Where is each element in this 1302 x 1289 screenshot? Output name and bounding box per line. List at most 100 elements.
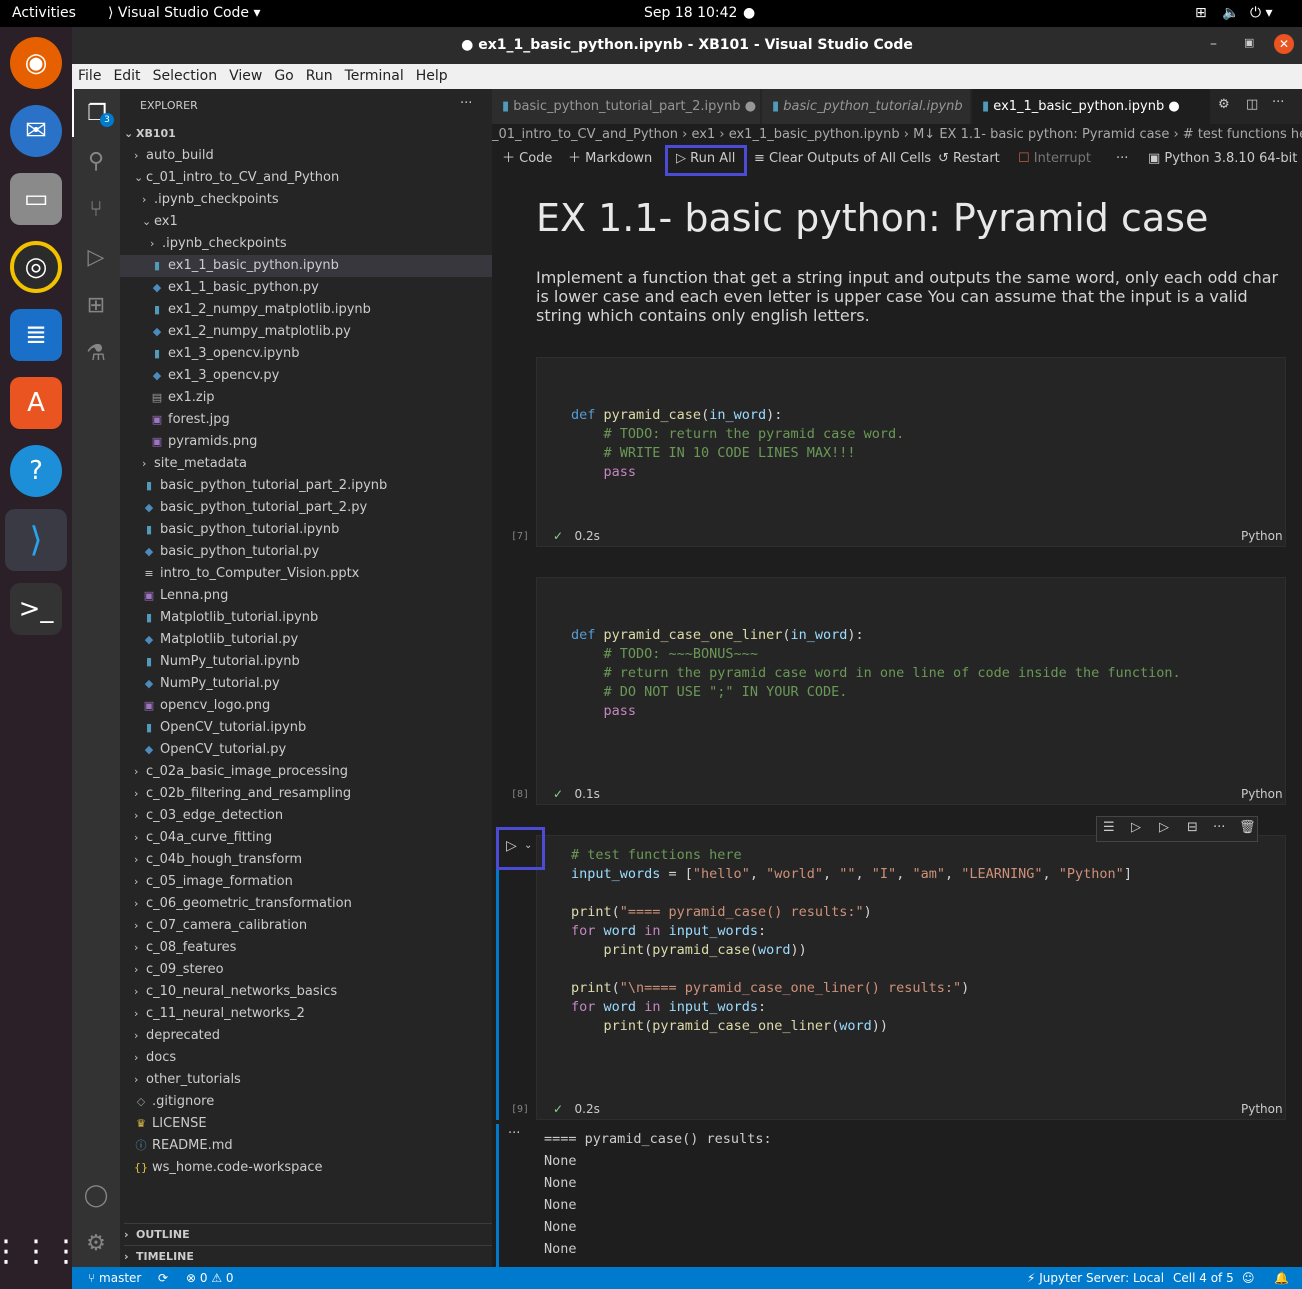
tree-file[interactable]: {} ws_home.code-workspace	[120, 1157, 323, 1179]
run-debug-icon[interactable]: ▷	[72, 233, 120, 281]
tree-folder[interactable]: › c_07_camera_calibration	[120, 915, 307, 937]
files-icon[interactable]: ▭	[10, 173, 62, 225]
network-icon[interactable]: ⊞	[1195, 5, 1207, 21]
tree-folder[interactable]: ⌄ c_01_intro_to_CV_and_Python	[120, 167, 339, 189]
menu-edit[interactable]: Edit	[107, 64, 146, 84]
menu-run[interactable]: Run	[300, 64, 339, 84]
app-menu[interactable]: ⟩ Visual Studio Code ▾	[108, 5, 261, 21]
tree-file[interactable]: ◆ OpenCV_tutorial.py	[120, 739, 286, 761]
tree-folder[interactable]: › c_04b_hough_transform	[120, 849, 302, 871]
source-control-icon[interactable]: ⑂	[72, 185, 120, 233]
code-cell-3-source[interactable]: # test functions here input_words = ["he…	[571, 846, 1132, 1036]
problems-indicator[interactable]: ⊗ 0 ⚠ 0	[186, 1267, 234, 1289]
tree-folder[interactable]: › .ipynb_checkpoints	[120, 233, 287, 255]
split-editor-icon[interactable]: ◫	[1246, 97, 1258, 112]
delete-cell-icon[interactable]: 🗑	[1239, 820, 1256, 835]
volume-icon[interactable]: 🔈	[1222, 5, 1239, 21]
timeline-section[interactable]: › TIMELINE	[124, 1245, 492, 1267]
interrupt-button[interactable]: ☐ Interrupt	[1018, 146, 1091, 172]
search-icon[interactable]: ⚲	[72, 137, 120, 185]
tree-folder[interactable]: › c_02a_basic_image_processing	[120, 761, 348, 783]
cell-indicator[interactable]: Cell 4 of 5	[1173, 1267, 1234, 1289]
restart-button[interactable]: ↺ Restart	[938, 146, 1000, 172]
tree-folder[interactable]: › c_08_features	[120, 937, 236, 959]
tree-file[interactable]: ▣ Lenna.png	[120, 585, 229, 607]
thunderbird-icon[interactable]: ✉	[10, 105, 62, 157]
tree-folder[interactable]: › docs	[120, 1047, 176, 1069]
tree-folder[interactable]: › c_04a_curve_fitting	[120, 827, 272, 849]
tree-folder[interactable]: › site_metadata	[120, 453, 247, 475]
tree-file[interactable]: ▮ OpenCV_tutorial.ipynb	[120, 717, 306, 739]
tree-folder[interactable]: ⌄ ex1	[120, 211, 178, 233]
run-cell-button[interactable]: ▷	[506, 838, 517, 854]
clear-outputs-button[interactable]: ≡ Clear Outputs of All Cells	[754, 146, 931, 172]
tree-file[interactable]: ◆ NumPy_tutorial.py	[120, 673, 280, 695]
tree-file[interactable]: ◆ Matplotlib_tutorial.py	[120, 629, 298, 651]
code-cell-1-source[interactable]: def pyramid_case(in_word): # TODO: retur…	[571, 406, 904, 482]
notebook-settings-icon[interactable]: ⚙	[1218, 97, 1230, 112]
menu-terminal[interactable]: Terminal	[339, 64, 410, 84]
add-code-button[interactable]: ＋ Code	[502, 146, 552, 172]
jupyter-server-status[interactable]: ⚡ Jupyter Server: Local	[1027, 1267, 1164, 1289]
split-cell-icon[interactable]: ⊟	[1187, 820, 1198, 835]
tree-folder[interactable]: › c_03_edge_detection	[120, 805, 283, 827]
tree-file[interactable]: ▮ ex1_2_numpy_matplotlib.ipynb	[120, 299, 371, 321]
tree-file[interactable]: ▮ basic_python_tutorial_part_2.ipynb	[120, 475, 387, 497]
toolbar-more-icon[interactable]: ···	[1116, 146, 1128, 172]
settings-gear-icon[interactable]: ⚙	[72, 1219, 120, 1267]
app-grid-icon[interactable]: ⋮⋮⋮	[0, 1225, 81, 1277]
tree-file[interactable]: ▤ ex1.zip	[120, 387, 215, 409]
tree-file[interactable]: ♛ LICENSE	[120, 1113, 207, 1135]
tree-file[interactable]: ▮ ex1_3_opencv.ipynb	[120, 343, 300, 365]
menu-selection[interactable]: Selection	[147, 64, 224, 84]
workspace-root[interactable]: ⌄ XB101	[124, 123, 176, 145]
tree-file[interactable]: ▮ Matplotlib_tutorial.ipynb	[120, 607, 318, 629]
execute-above-icon[interactable]: ☰	[1103, 820, 1115, 835]
tab-basic-python-tutorial[interactable]: ▮ basic_python_tutorial.ipynb	[762, 89, 970, 124]
writer-icon[interactable]: ≣	[10, 309, 62, 361]
add-markdown-button[interactable]: ＋ Markdown	[568, 146, 652, 172]
tree-file[interactable]: ▣ forest.jpg	[120, 409, 230, 431]
output-more-icon[interactable]: ···	[508, 1126, 520, 1141]
tree-folder[interactable]: › c_11_neural_networks_2	[120, 1003, 305, 1025]
close-button[interactable]: ✕	[1274, 34, 1294, 54]
firefox-icon[interactable]: ◉	[10, 37, 62, 89]
tree-file[interactable]: ⓘ README.md	[120, 1135, 233, 1157]
tree-file[interactable]: ▮ basic_python_tutorial.ipynb	[120, 519, 339, 541]
tree-file[interactable]: ◆ ex1_2_numpy_matplotlib.py	[120, 321, 351, 343]
execute-cell-below-icon[interactable]: ▷	[1131, 820, 1141, 835]
tree-file[interactable]: ▮ NumPy_tutorial.ipynb	[120, 651, 300, 673]
menu-help[interactable]: Help	[410, 64, 454, 84]
tree-file[interactable]: ◆ ex1_1_basic_python.py	[120, 277, 319, 299]
help-icon[interactable]: ?	[10, 445, 62, 497]
tree-file[interactable]: ◆ ex1_3_opencv.py	[120, 365, 280, 387]
minimize-button[interactable]: –	[1210, 36, 1217, 52]
activities-button[interactable]: Activities	[12, 5, 76, 21]
vscode-dock-icon[interactable]: ⟩	[5, 509, 67, 571]
cell-1-language[interactable]: Python	[1241, 529, 1283, 543]
cell-2-language[interactable]: Python	[1241, 787, 1283, 801]
notifications-icon[interactable]: 🔔	[1274, 1267, 1289, 1289]
tree-folder[interactable]: › c_09_stereo	[120, 959, 224, 981]
tree-folder[interactable]: › .ipynb_checkpoints	[120, 189, 279, 211]
tree-file[interactable]: ≡ intro_to_Computer_Vision.pptx	[120, 563, 359, 585]
sync-icon[interactable]: ⟳	[158, 1267, 168, 1289]
explorer-icon[interactable]: ❐ 3	[72, 89, 120, 137]
tree-folder[interactable]: › c_06_geometric_transformation	[120, 893, 352, 915]
tree-folder[interactable]: › c_05_image_formation	[120, 871, 293, 893]
tree-file[interactable]: ◇ .gitignore	[120, 1091, 214, 1113]
menu-go[interactable]: Go	[268, 64, 299, 84]
explorer-more-icon[interactable]: ···	[460, 93, 472, 115]
tab-basic-python-part2[interactable]: ▮ basic_python_tutorial_part_2.ipynb ●	[492, 89, 760, 124]
more-actions-icon[interactable]: ···	[1272, 95, 1284, 110]
feedback-icon[interactable]: ☺	[1242, 1267, 1255, 1289]
menu-file[interactable]: File	[72, 64, 107, 84]
breadcrumb[interactable]: _01_intro_to_CV_and_Python › ex1 › ex1_1…	[492, 124, 1302, 146]
outline-section[interactable]: › OUTLINE	[124, 1223, 492, 1245]
tree-folder[interactable]: › c_10_neural_networks_basics	[120, 981, 337, 1003]
cell-more-icon[interactable]: ···	[1213, 820, 1225, 835]
power-icon[interactable]: ⏻ ▾	[1250, 5, 1273, 21]
extensions-icon[interactable]: ⊞	[72, 281, 120, 329]
code-cell-2-source[interactable]: def pyramid_case_one_liner(in_word): # T…	[571, 626, 1181, 721]
tree-file[interactable]: ▣ pyramids.png	[120, 431, 258, 453]
